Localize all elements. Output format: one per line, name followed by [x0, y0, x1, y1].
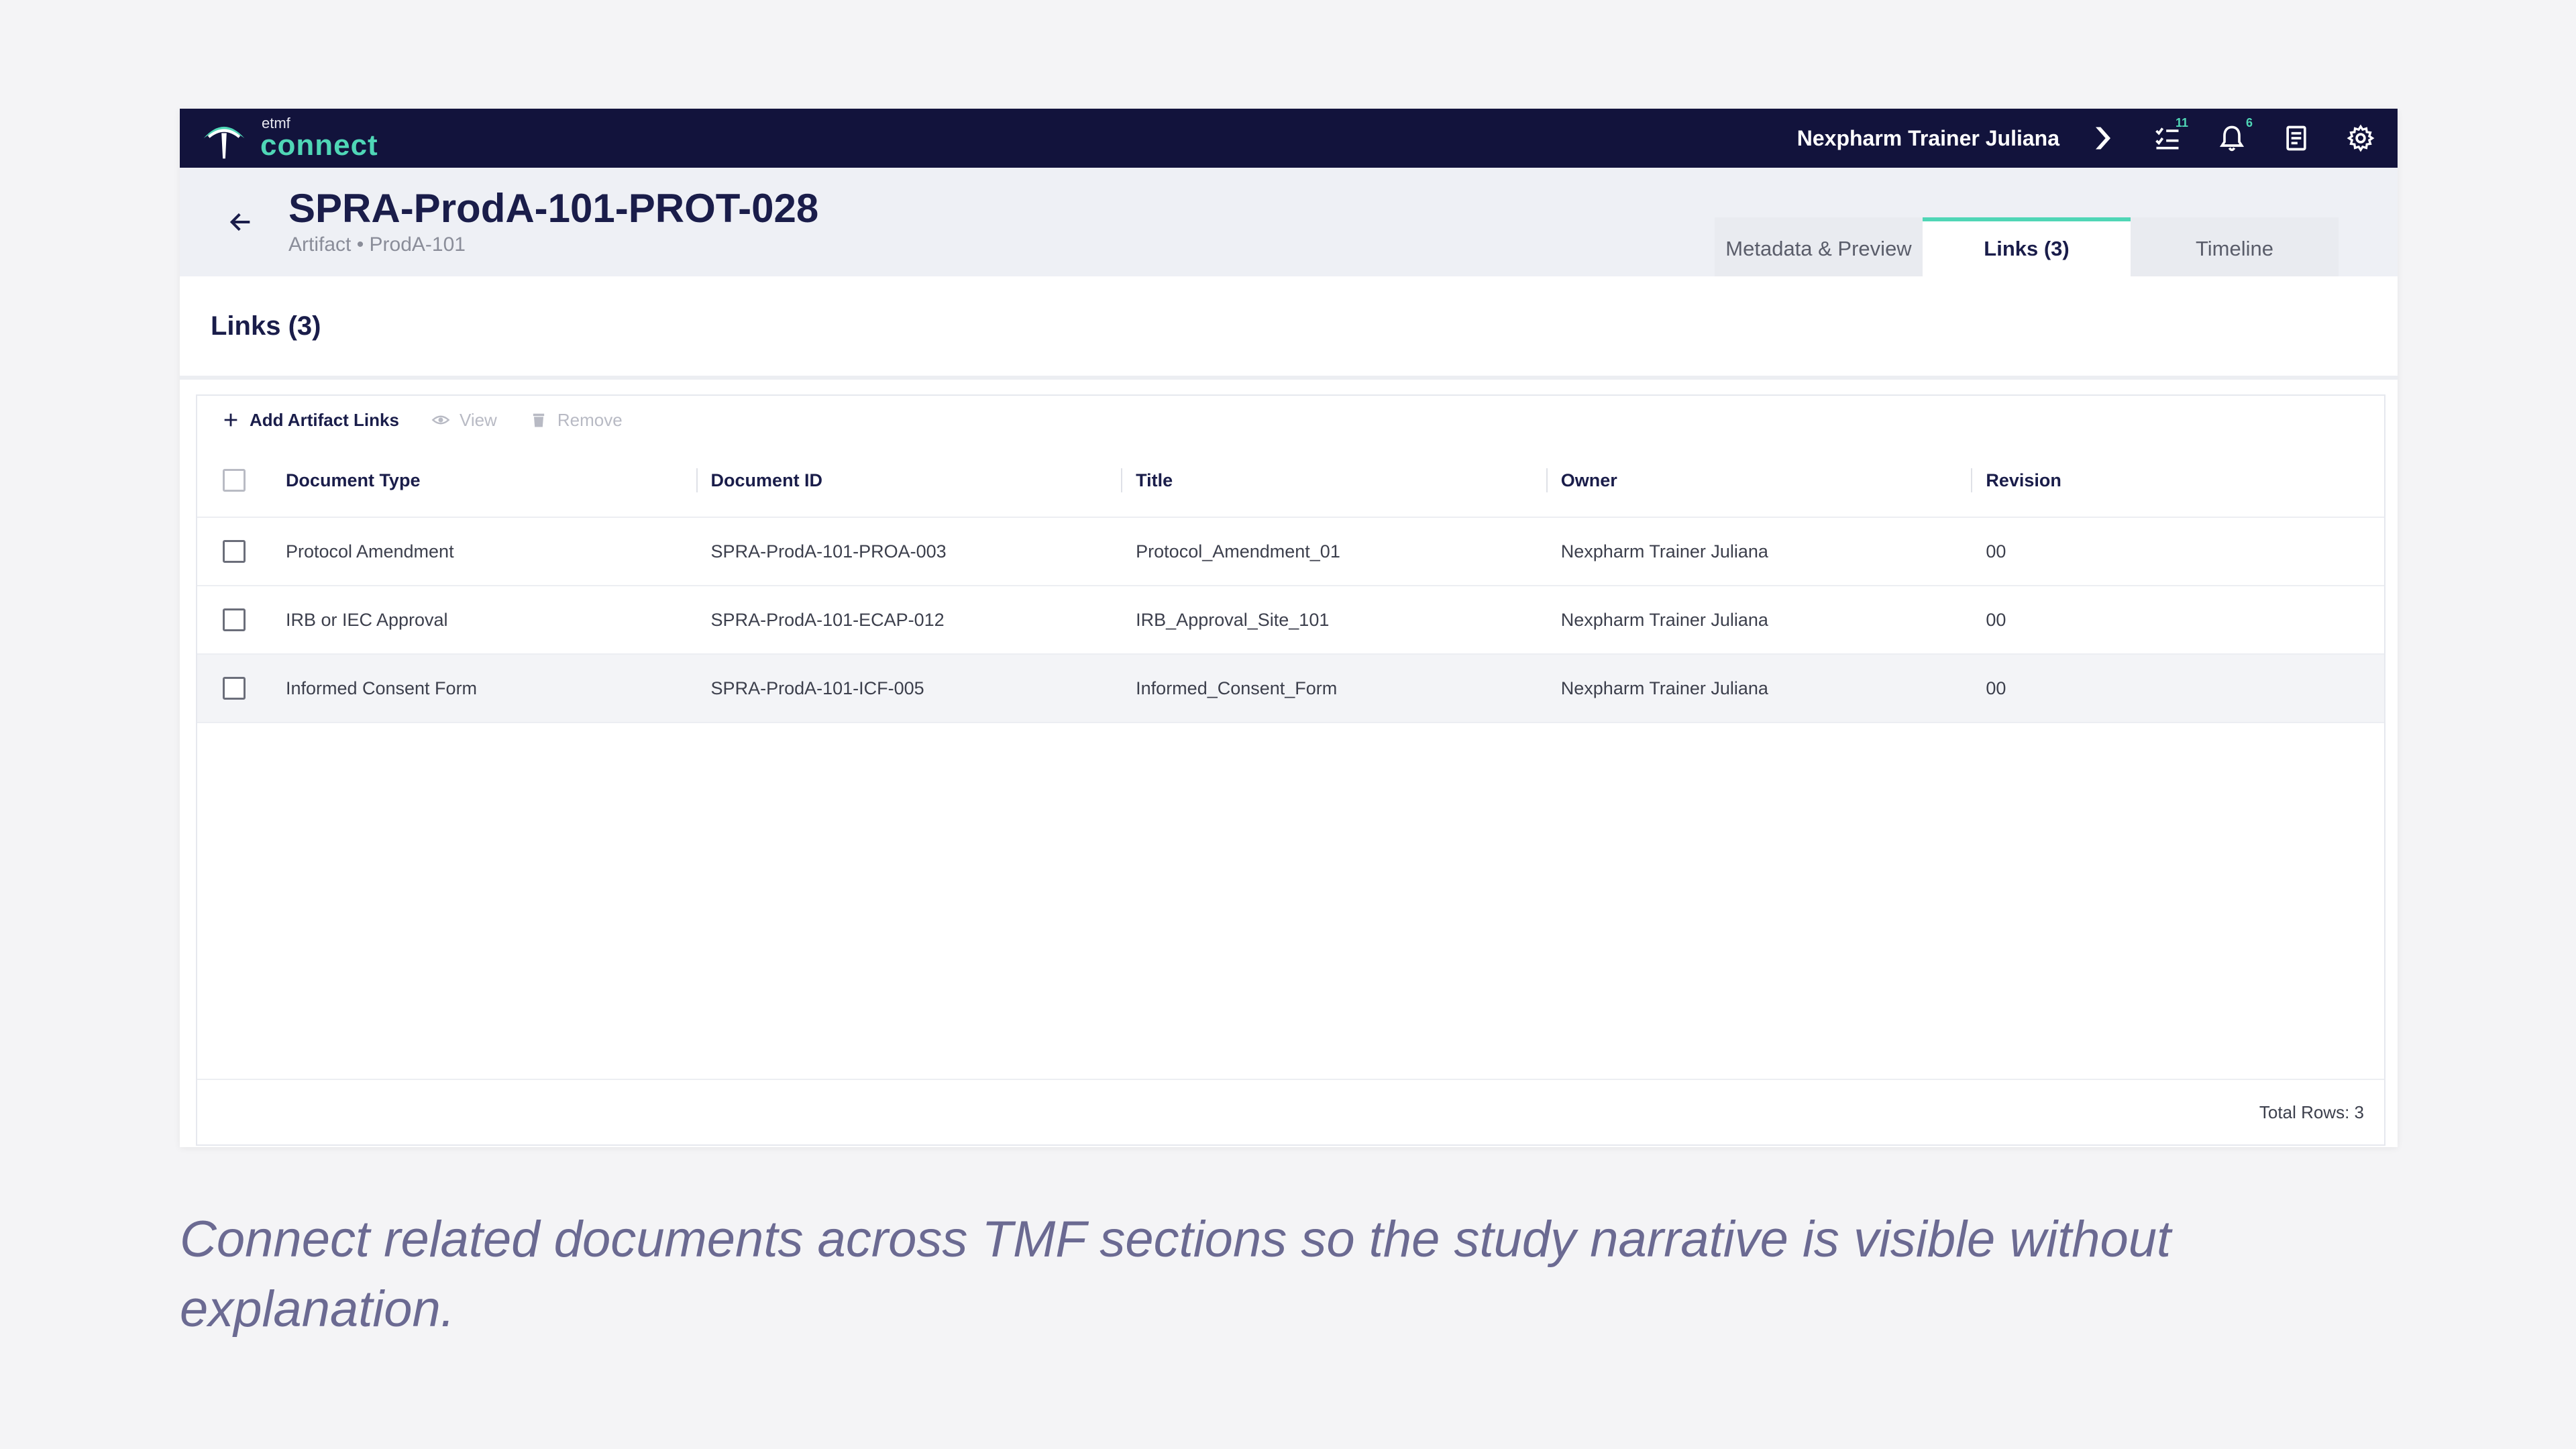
tasks-button[interactable]: 11: [2149, 116, 2188, 156]
total-rows-count: Total Rows: 3: [2259, 1102, 2364, 1122]
documents-button[interactable]: [2278, 120, 2314, 156]
logo[interactable]: etmf connect: [199, 113, 378, 164]
bell-icon: [2219, 125, 2245, 152]
row-select-cell: [197, 540, 271, 563]
cell-title: Informed_Consent_Form: [1136, 678, 1338, 698]
section-title: Links (3): [180, 276, 2398, 380]
table-row[interactable]: Informed Consent Form SPRA-ProdA-101-ICF…: [197, 655, 2384, 723]
view-button[interactable]: View: [431, 410, 497, 431]
cell-owner: Nexpharm Trainer Juliana: [1560, 678, 1768, 698]
column-header-revision[interactable]: Revision: [1971, 444, 2384, 517]
grid-toolbar: Add Artifact Links View Remove: [197, 396, 2384, 444]
add-artifact-links-label: Add Artifact Links: [250, 409, 399, 430]
page-title: SPRA-ProdA-101-PROT-028: [288, 186, 819, 231]
settings-button[interactable]: [2343, 120, 2379, 156]
top-icons: 11 6: [2085, 116, 2379, 156]
column-header-document-type[interactable]: Document Type: [271, 444, 696, 517]
cell-title: IRB_Approval_Site_101: [1136, 609, 1330, 630]
artifact-header: SPRA-ProdA-101-PROT-028 Artifact • ProdA…: [180, 168, 2398, 276]
notifications-button[interactable]: 6: [2214, 116, 2253, 156]
share-icon: [2096, 127, 2110, 150]
table-row[interactable]: Protocol Amendment SPRA-ProdA-101-PROA-0…: [197, 518, 2384, 586]
notifications-badge: 6: [2245, 116, 2253, 129]
row-select-cell: [197, 608, 271, 631]
back-arrow-icon: [229, 213, 250, 231]
cell-revision: 00: [1986, 609, 2006, 630]
tab-links[interactable]: Links (3): [1923, 217, 2131, 276]
eye-icon: [431, 415, 450, 425]
cell-document-id: SPRA-ProdA-101-PROA-003: [710, 541, 947, 561]
select-all-checkbox[interactable]: [222, 469, 246, 492]
user-name[interactable]: Nexpharm Trainer Juliana: [1797, 126, 2059, 151]
logo-big-text: connect: [260, 129, 378, 162]
select-all-cell: [197, 469, 271, 492]
tab-bar: Metadata & Preview Links (3) Timeline: [1715, 217, 2339, 276]
tab-metadata-preview[interactable]: Metadata & Preview: [1715, 217, 1923, 276]
links-grid-panel: Add Artifact Links View Remove Document …: [196, 394, 2385, 1146]
grid-header-row: Document Type Document ID Title Owner Re…: [197, 444, 2384, 518]
share-button[interactable]: [2085, 120, 2121, 156]
cell-owner: Nexpharm Trainer Juliana: [1560, 609, 1768, 630]
row-checkbox[interactable]: [222, 540, 246, 563]
cell-owner: Nexpharm Trainer Juliana: [1560, 541, 1768, 561]
remove-label: Remove: [557, 409, 623, 430]
logo-icon: [203, 126, 245, 159]
cell-document-type: Informed Consent Form: [285, 678, 478, 698]
column-header-owner[interactable]: Owner: [1546, 444, 1972, 517]
remove-button[interactable]: Remove: [529, 410, 623, 431]
cell-revision: 00: [1986, 541, 2006, 561]
row-select-cell: [197, 677, 271, 700]
column-header-document-id[interactable]: Document ID: [696, 444, 1122, 517]
cell-document-type: Protocol Amendment: [285, 541, 454, 561]
cell-title: Protocol_Amendment_01: [1136, 541, 1340, 561]
cell-document-type: IRB or IEC Approval: [285, 609, 448, 630]
breadcrumb: Artifact • ProdA-101: [288, 233, 466, 256]
gear-icon: [2347, 124, 2375, 152]
add-artifact-links-button[interactable]: Add Artifact Links: [221, 410, 399, 431]
document-icon: [2286, 125, 2306, 151]
app-window: etmf connect Nexpharm Trainer Juliana 11…: [180, 109, 2398, 1147]
grid-footer: Total Rows: 3: [197, 1079, 2384, 1144]
trash-icon: [533, 413, 545, 427]
logo-text: etmf connect: [260, 116, 378, 160]
view-label: View: [459, 409, 497, 430]
table-row[interactable]: IRB or IEC Approval SPRA-ProdA-101-ECAP-…: [197, 586, 2384, 655]
tab-timeline[interactable]: Timeline: [2131, 217, 2339, 276]
back-button[interactable]: [220, 201, 262, 243]
tasks-badge: 11: [2175, 116, 2188, 129]
caption-text: Connect related documents across TMF sec…: [180, 1211, 2171, 1338]
cell-revision: 00: [1986, 678, 2006, 698]
cell-document-id: SPRA-ProdA-101-ICF-005: [710, 678, 924, 698]
cell-document-id: SPRA-ProdA-101-ECAP-012: [710, 609, 945, 630]
row-checkbox[interactable]: [222, 677, 246, 700]
plus-icon: [224, 413, 237, 427]
top-nav-bar: etmf connect Nexpharm Trainer Juliana 11…: [180, 109, 2398, 168]
column-header-title[interactable]: Title: [1121, 444, 1546, 517]
row-checkbox[interactable]: [222, 608, 246, 631]
